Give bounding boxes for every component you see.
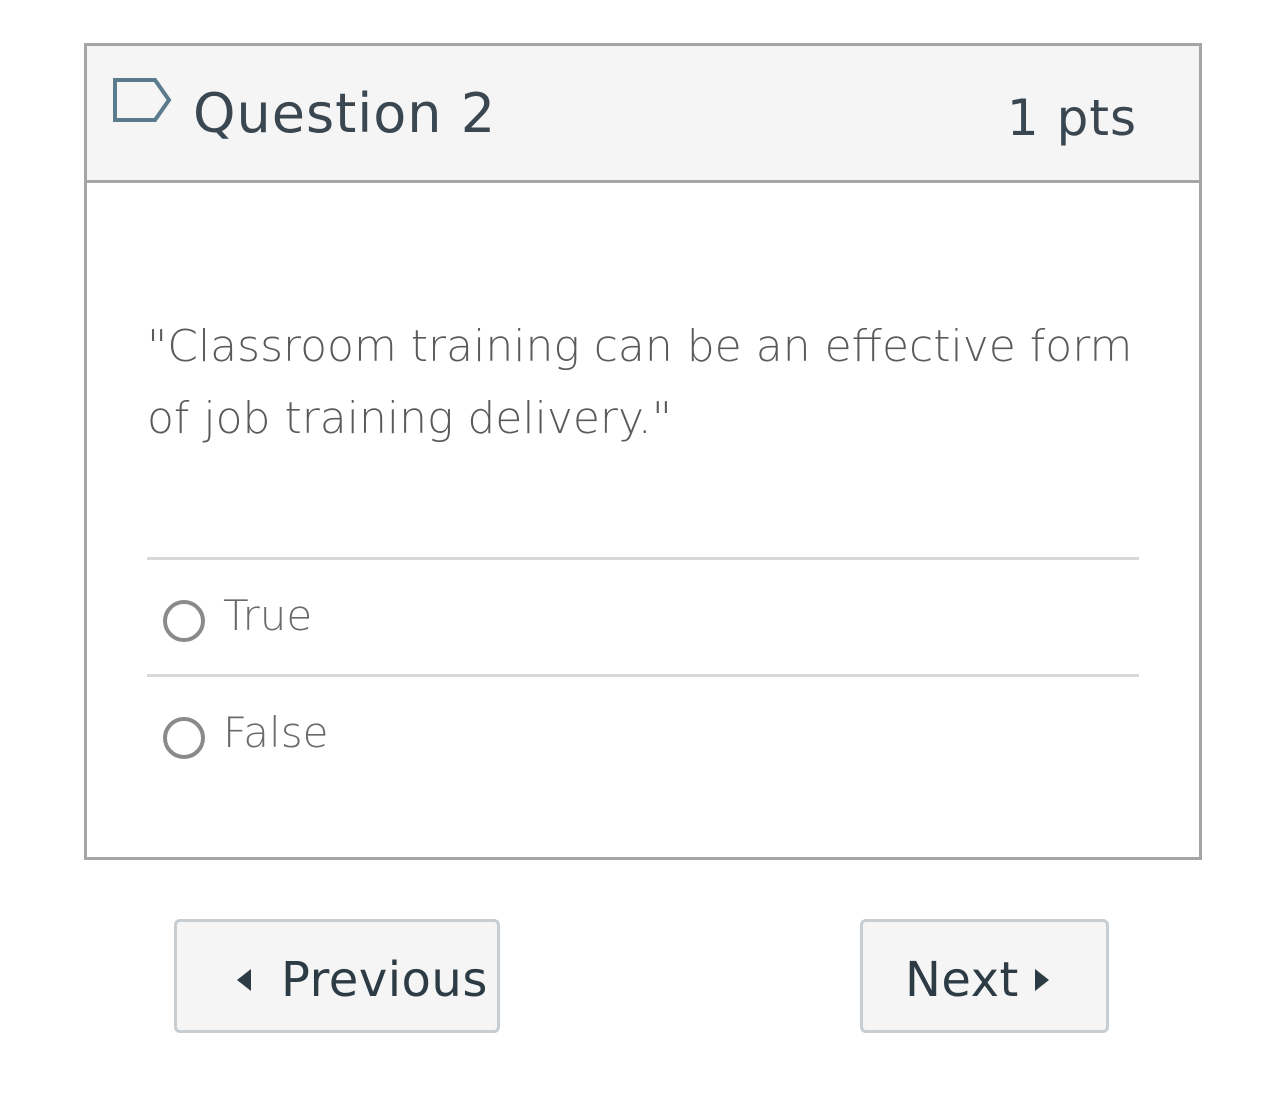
question-points: 1 pts [1006, 89, 1137, 147]
previous-button-label: Previous [281, 952, 488, 1008]
answer-option-true[interactable]: True [147, 557, 1139, 674]
next-button-label: Next [905, 952, 1019, 1008]
question-title: Question 2 [193, 82, 497, 145]
previous-button[interactable]: Previous [174, 919, 500, 1033]
flag-icon[interactable] [111, 76, 175, 132]
caret-left-icon [237, 969, 251, 991]
answer-option-false[interactable]: False [147, 674, 1139, 791]
quiz-question-card: Question 2 1 pts "Classroom training can… [84, 43, 1202, 860]
answer-label: False [223, 708, 329, 757]
caret-right-icon [1035, 969, 1049, 991]
answer-list: True False [147, 557, 1139, 791]
answer-label: True [223, 591, 313, 640]
radio-button[interactable] [163, 717, 205, 759]
question-text: "Classroom training can be an effective … [147, 321, 1133, 444]
radio-button[interactable] [163, 600, 205, 642]
next-button[interactable]: Next [860, 919, 1109, 1033]
question-header: Question 2 1 pts [87, 46, 1199, 183]
